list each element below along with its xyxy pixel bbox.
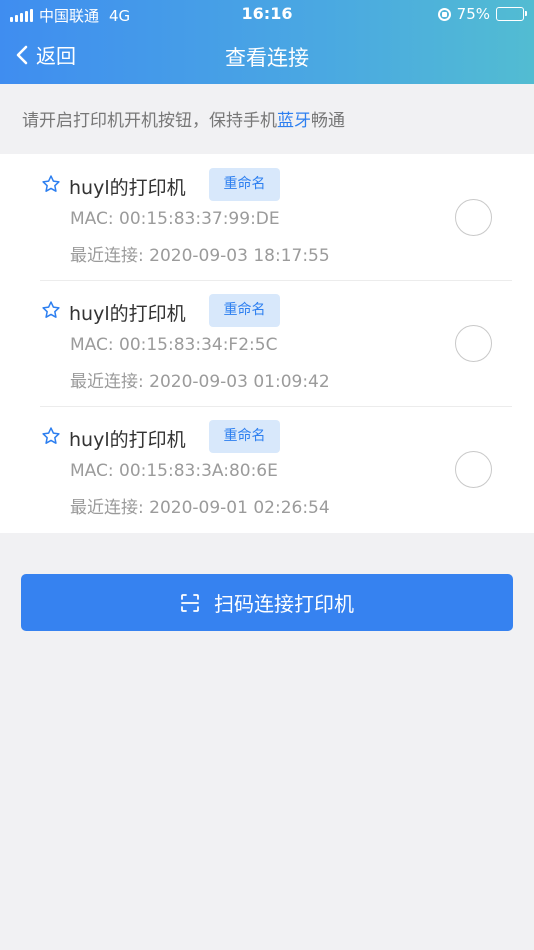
star-icon[interactable] (41, 300, 61, 320)
printer-item[interactable]: huyl的打印机 重命名 MAC: 00:15:83:3A:80:6E 最近连接… (0, 406, 534, 532)
star-icon[interactable] (41, 426, 61, 446)
printer-item[interactable]: huyl的打印机 重命名 MAC: 00:15:83:37:99:DE 最近连接… (0, 154, 534, 280)
bluetooth-tip: 请开启打印机开机按钮，保持手机蓝牙畅通 (22, 106, 345, 131)
select-radio[interactable] (455, 325, 492, 362)
tip-text-after: 畅通 (311, 111, 345, 131)
printer-last-connect: 最近连接: 2020-09-03 18:17:55 (70, 246, 330, 266)
printer-list: huyl的打印机 重命名 MAC: 00:15:83:37:99:DE 最近连接… (0, 154, 534, 533)
printer-mac: MAC: 00:15:83:34:F2:5C (70, 335, 278, 355)
printer-name: huyl的打印机 (69, 177, 186, 199)
rotation-lock-icon (437, 7, 451, 21)
printer-name: huyl的打印机 (69, 303, 186, 325)
scan-connect-button[interactable]: 扫码连接打印机 (21, 574, 513, 631)
battery-icon (496, 7, 527, 21)
scan-connect-label: 扫码连接打印机 (214, 592, 354, 616)
page-title: 查看连接 (225, 46, 309, 70)
select-radio[interactable] (455, 451, 492, 488)
tip-text-before: 请开启打印机开机按钮，保持手机 (22, 111, 277, 131)
printer-last-connect: 最近连接: 2020-09-03 01:09:42 (70, 372, 330, 392)
header: 中国联通 4G 16:16 75% 返回 查看连接 (0, 0, 534, 84)
rename-button[interactable]: 重命名 (209, 294, 280, 327)
printer-mac: MAC: 00:15:83:3A:80:6E (70, 461, 278, 481)
tip-text-highlight: 蓝牙 (277, 111, 311, 131)
rename-button[interactable]: 重命名 (209, 420, 280, 453)
status-bar: 中国联通 4G 16:16 75% (0, 0, 534, 28)
scan-icon (181, 593, 199, 612)
select-radio[interactable] (455, 199, 492, 236)
printer-mac: MAC: 00:15:83:37:99:DE (70, 209, 280, 229)
printer-name: huyl的打印机 (69, 429, 186, 451)
battery-percent: 75% (456, 5, 490, 23)
printer-item[interactable]: huyl的打印机 重命名 MAC: 00:15:83:34:F2:5C 最近连接… (0, 280, 534, 406)
printer-last-connect: 最近连接: 2020-09-01 02:26:54 (70, 498, 330, 518)
star-icon[interactable] (41, 174, 61, 194)
nav-bar: 返回 查看连接 (0, 28, 534, 84)
rename-button[interactable]: 重命名 (209, 168, 280, 201)
